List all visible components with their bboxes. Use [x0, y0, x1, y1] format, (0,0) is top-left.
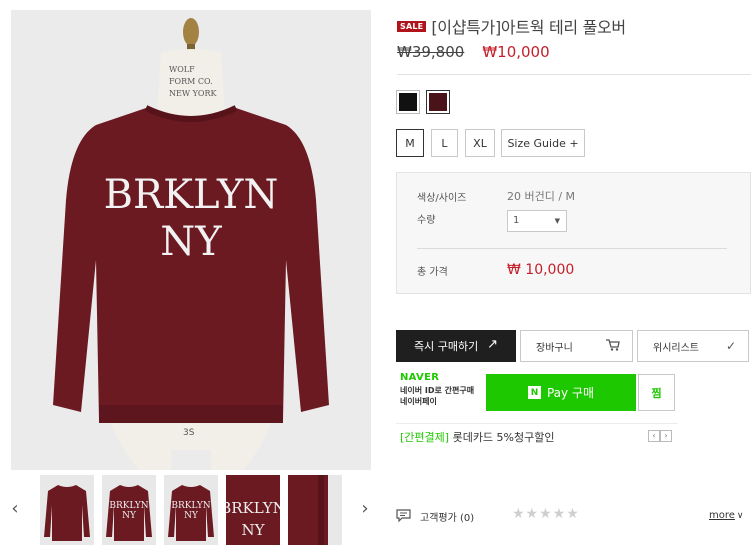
naver-zzim-button[interactable]: 찜 [638, 374, 675, 411]
cart-button[interactable]: 장바구니 [520, 330, 633, 362]
naver-description: 네이버 ID로 간편구매 네이버페이 [400, 385, 474, 407]
quantity-value: 1 [513, 215, 520, 226]
promo-next-icon[interactable]: › [660, 430, 672, 442]
color-swatch-black[interactable] [396, 90, 420, 114]
original-price: ₩39,800 [397, 43, 465, 61]
promo-pager: ‹ › [648, 430, 672, 442]
size-option-l[interactable]: L [431, 129, 458, 157]
size-guide-button[interactable]: Size Guide + [501, 129, 585, 157]
wishlist-button[interactable]: 위시리스트 ✓ [637, 330, 749, 362]
main-product-image: WOLF FORM CO. NEW YORK 3S BRKLYN NY [11, 10, 371, 470]
svg-text:WOLF: WOLF [169, 65, 195, 74]
size-option-m[interactable]: M [396, 129, 424, 157]
naver-pay-label: Pay 구매 [546, 386, 595, 400]
thumb-prev-icon[interactable]: ‹ [8, 498, 22, 520]
buy-now-button[interactable]: 즉시 구매하기 ↗ [396, 330, 516, 362]
divider [397, 74, 751, 75]
naver-desc-line2: 네이버페이 [400, 397, 437, 406]
more-reviews-link[interactable]: more ∨ [709, 510, 744, 521]
svg-text:BRKLYN: BRKLYN [226, 499, 280, 517]
svg-text:NY: NY [241, 521, 265, 539]
review-title: 고객평가 [420, 513, 457, 524]
product-title-row: SALE [이샵특가]아트웍 테리 풀오버 [397, 14, 626, 38]
svg-text:NY: NY [184, 511, 199, 521]
color-size-value: 20 버건디 / M [507, 190, 576, 203]
cart-label: 장바구니 [536, 342, 573, 354]
divider [417, 248, 727, 249]
more-label: more [709, 510, 735, 521]
promo-prev-icon[interactable]: ‹ [648, 430, 660, 442]
promo-text: 롯데카드 5%청구할인 [449, 431, 555, 444]
price-row: ₩39,800 ₩10,000 [397, 41, 550, 63]
chevron-down-icon: ▼ [554, 217, 560, 225]
review-count: (0) [460, 513, 475, 524]
quantity-select[interactable]: 1 ▼ [507, 210, 567, 232]
thumbnail-4[interactable]: BRKLYN NY [226, 475, 280, 545]
payment-promo: [간편결제] 롯데카드 5%청구할인 [400, 429, 554, 445]
svg-text:BRKLYN: BRKLYN [171, 501, 210, 511]
thumb-next-icon[interactable]: › [358, 498, 372, 520]
naver-pay-panel: NAVER 네이버 ID로 간편구매 네이버페이 N Pay 구매 찜 [396, 368, 678, 418]
cart-icon [606, 339, 620, 354]
size-option-xl[interactable]: XL [465, 129, 495, 157]
thumbnail-strip: ‹ BRKLYNNY BRKLYNNY BRKLYNNY › [0, 474, 380, 546]
naver-n-icon: N [527, 386, 541, 399]
buy-now-label: 즉시 구매하기 [414, 340, 479, 353]
chevron-down-icon: ∨ [736, 511, 744, 521]
shirt-print-line1: BRKLYN [104, 172, 279, 218]
arrow-up-right-icon: ↗ [487, 337, 498, 352]
svg-text:FORM CO.: FORM CO. [169, 77, 213, 86]
rating-stars: ★★★★★ [512, 506, 580, 522]
divider [396, 423, 678, 424]
color-swatch-burgundy[interactable] [426, 90, 450, 114]
wishlist-label: 위시리스트 [653, 342, 699, 354]
total-price-label: 총 가격 [417, 267, 448, 278]
naver-pay-button[interactable]: N Pay 구매 [486, 374, 636, 411]
sale-price: ₩10,000 [482, 43, 550, 61]
selected-option-panel: 색상/사이즈 20 버건디 / M 수량 1 ▼ 총 가격 ₩ 10,000 [396, 172, 751, 294]
svg-text:NEW YORK: NEW YORK [169, 89, 217, 98]
total-price-value: ₩ 10,000 [507, 262, 575, 278]
thumbnail-3[interactable]: BRKLYN NY [164, 475, 218, 545]
review-label: 고객평가 (0) [420, 509, 474, 524]
sale-badge: SALE [397, 20, 427, 32]
product-title: [이샵특가]아트웍 테리 풀오버 [431, 18, 626, 37]
thumbnail-5[interactable] [288, 475, 342, 545]
shirt-print-line2: NY [160, 219, 222, 265]
mannequin-tag: 3S [183, 428, 195, 438]
thumbnail-2[interactable]: BRKLYN NY [102, 475, 156, 545]
thumbnail-1[interactable] [40, 475, 94, 545]
svg-text:BRKLYN: BRKLYN [109, 501, 148, 511]
svg-text:NY: NY [122, 511, 137, 521]
review-summary: 고객평가 (0) ★★★★★ more ∨ [396, 506, 751, 528]
quantity-label: 수량 [417, 215, 436, 226]
speech-bubble-icon [396, 509, 411, 522]
promo-tag: [간편결제] [400, 431, 450, 444]
check-icon: ✓ [725, 339, 736, 353]
naver-desc-line1: 네이버 ID로 간편구매 [400, 386, 475, 395]
naver-logo: NAVER [400, 372, 440, 383]
color-size-label: 색상/사이즈 [417, 193, 467, 204]
